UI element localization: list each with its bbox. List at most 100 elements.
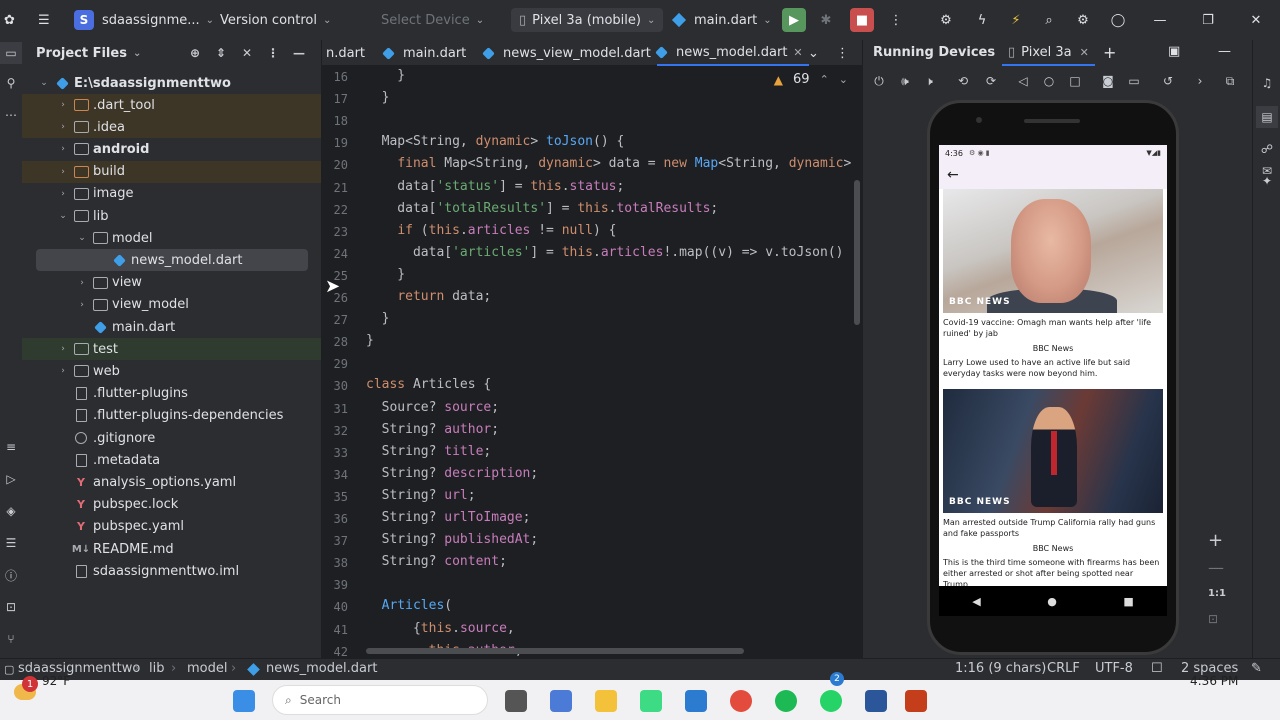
tree-item-analysis-options-yaml[interactable]: Yanalysis_options.yaml: [22, 471, 321, 493]
code-line[interactable]: String? publishedAt;: [366, 532, 539, 547]
structure-tool-icon[interactable]: ⚲: [0, 72, 22, 94]
more-icon[interactable]: ⋮: [884, 8, 908, 32]
volume-down-icon[interactable]: 🕨: [919, 70, 939, 92]
tree-item-gitignore[interactable]: .gitignore: [22, 427, 321, 449]
tab-main-dart[interactable]: main.dart: [382, 40, 466, 66]
file-explorer-icon[interactable]: [595, 690, 617, 712]
code-line[interactable]: String? title;: [366, 444, 492, 459]
reset-icon[interactable]: ↺: [1158, 70, 1178, 92]
dart-devtools-icon[interactable]: ◈: [0, 500, 22, 522]
android-studio-icon[interactable]: [640, 690, 662, 712]
code-line[interactable]: data['status'] = this.status;: [366, 179, 624, 194]
chevron-down-icon[interactable]: ⌄: [839, 73, 848, 86]
tree-item-idea[interactable]: › .idea: [22, 116, 321, 139]
gemini-icon[interactable]: ✦: [1256, 170, 1278, 192]
zoom-fit-icon[interactable]: ⊡: [1208, 612, 1218, 626]
todo-tool-icon[interactable]: ≡: [0, 436, 22, 458]
code-line[interactable]: if (this.articles != null) {: [366, 223, 616, 238]
code-line[interactable]: String? description;: [366, 466, 539, 481]
tab-news-model[interactable]: news_model.dart ✕: [655, 40, 809, 66]
tree-root[interactable]: ⌄ E:\sdaassignmenttwo: [22, 72, 321, 94]
code-line[interactable]: }: [366, 90, 390, 105]
lightning-icon[interactable]: ⚡: [1004, 8, 1028, 32]
tab-pixel-3a[interactable]: ▯ Pixel 3a ✕: [1002, 40, 1095, 66]
tree-item-metadata[interactable]: .metadata: [22, 449, 321, 471]
code-line[interactable]: }: [366, 311, 390, 326]
tree-item-pubspec-yaml[interactable]: Ypubspec.yaml: [22, 516, 321, 538]
whatsapp-icon[interactable]: [820, 690, 842, 712]
task-view-icon[interactable]: [505, 690, 527, 712]
device-selector[interactable]: Select Device ⌄: [381, 8, 484, 32]
hot-reload-icon[interactable]: ϟ: [970, 8, 994, 32]
line-separator[interactable]: CRLF: [1047, 661, 1080, 676]
chevron-down-icon[interactable]: ⌄: [133, 48, 141, 59]
maximize-icon[interactable]: ❐: [1196, 8, 1220, 32]
chevron-down-icon[interactable]: ⌄: [74, 233, 90, 243]
tree-item-pubspec-lock[interactable]: Ypubspec.lock: [22, 494, 321, 516]
more-chevron-icon[interactable]: ›: [1190, 70, 1210, 92]
tree-item-image[interactable]: › image: [22, 183, 321, 205]
code-line[interactable]: class Articles {: [366, 377, 491, 392]
zoom-in-icon[interactable]: +: [1208, 530, 1223, 551]
start-icon[interactable]: [233, 690, 255, 712]
code-line[interactable]: }: [366, 333, 374, 348]
overview-icon[interactable]: □: [1065, 70, 1085, 92]
chevron-right-icon[interactable]: ›: [55, 100, 71, 110]
chevron-down-icon[interactable]: ⌄: [55, 211, 71, 221]
hide-panel-icon[interactable]: —: [289, 43, 309, 63]
options-icon[interactable]: ⋮: [263, 43, 283, 63]
chevron-right-icon[interactable]: ›: [55, 344, 71, 354]
tree-item-main-dart[interactable]: main.dart: [22, 316, 321, 338]
hide-panel-icon[interactable]: —: [1218, 44, 1231, 59]
chevron-down-icon[interactable]: ⌄: [36, 78, 52, 88]
nav-home-icon[interactable]: ●: [1047, 595, 1057, 608]
flutter-inspector-icon[interactable]: ⚙: [934, 8, 958, 32]
chevron-right-icon[interactable]: ›: [74, 278, 90, 288]
code-line[interactable]: Map<String, dynamic> toJson() {: [366, 134, 625, 149]
chevron-right-icon[interactable]: ›: [74, 300, 90, 310]
home-icon[interactable]: ○: [1039, 70, 1059, 92]
ai-assistant-icon[interactable]: ☐: [1151, 661, 1163, 676]
minimize-icon[interactable]: —: [1148, 8, 1172, 32]
inspection-widget[interactable]: ▲ 69 ⌃ ⌄: [774, 72, 848, 87]
caret-position[interactable]: 1:16 (9 chars): [955, 661, 1046, 676]
taskbar-clock[interactable]: 4:36 PM: [1190, 674, 1238, 688]
tree-item-flutter-plugins-dependencies[interactable]: .flutter-plugins-dependencies: [22, 405, 321, 427]
tree-item-model[interactable]: ⌄ model: [22, 227, 321, 249]
stop-icon[interactable]: ■: [850, 8, 874, 32]
tree-item-build[interactable]: › build: [22, 160, 321, 183]
chevron-right-icon[interactable]: ›: [55, 189, 71, 199]
back-icon[interactable]: ◁: [1013, 70, 1033, 92]
notifications-icon[interactable]: ♫: [1256, 72, 1278, 94]
code-line[interactable]: {this.source,: [366, 621, 515, 636]
collapse-all-icon[interactable]: ✕: [237, 43, 257, 63]
news-list[interactable]: BBC NEWS Covid-19 vaccine: Omagh man wan…: [939, 189, 1167, 586]
tree-item-sdaassignmenttwo-iml[interactable]: sdaassignmenttwo.iml: [22, 560, 321, 582]
powerpoint-icon[interactable]: [905, 690, 927, 712]
tree-item-android[interactable]: › android: [22, 138, 321, 160]
run-tool-icon[interactable]: ▷: [0, 468, 22, 490]
phone-screen[interactable]: 4:36 ⚙ ◉ ▮ ▼◢▮ ← BBC NEWS Covid-19 vacci…: [939, 145, 1167, 586]
code-line[interactable]: }: [366, 68, 405, 83]
code-line[interactable]: String? author;: [366, 422, 499, 437]
copilot-icon[interactable]: [550, 690, 572, 712]
code-line[interactable]: String? url;: [366, 488, 476, 503]
code-line[interactable]: return data;: [366, 289, 491, 304]
project-panel-title[interactable]: Project Files: [36, 46, 127, 61]
tabs-more-icon[interactable]: ⋮: [836, 40, 849, 66]
add-device-icon[interactable]: +: [1103, 43, 1116, 62]
tree-item-flutter-plugins[interactable]: .flutter-plugins: [22, 383, 321, 405]
word-icon[interactable]: [865, 690, 887, 712]
breadcrumb-file[interactable]: news_model.dart: [266, 661, 377, 676]
tree-item-view-model[interactable]: › view_model: [22, 294, 321, 316]
running-device-selector[interactable]: ▯ Pixel 3a (mobile) ⌄: [511, 8, 664, 32]
chevron-right-icon[interactable]: ›: [55, 122, 71, 132]
taskbar-search[interactable]: ⌕ Search: [272, 685, 488, 715]
more-tools-icon[interactable]: ⋯: [0, 104, 22, 126]
zoom-out-icon[interactable]: —: [1208, 558, 1224, 577]
breadcrumb-model[interactable]: model: [187, 661, 227, 676]
news-item[interactable]: BBC NEWS Covid-19 vaccine: Omagh man wan…: [939, 189, 1167, 379]
debug-icon[interactable]: ✱: [814, 8, 838, 32]
rotate-left-icon[interactable]: ⟲: [953, 70, 973, 92]
nav-recents-icon[interactable]: ■: [1123, 595, 1133, 608]
